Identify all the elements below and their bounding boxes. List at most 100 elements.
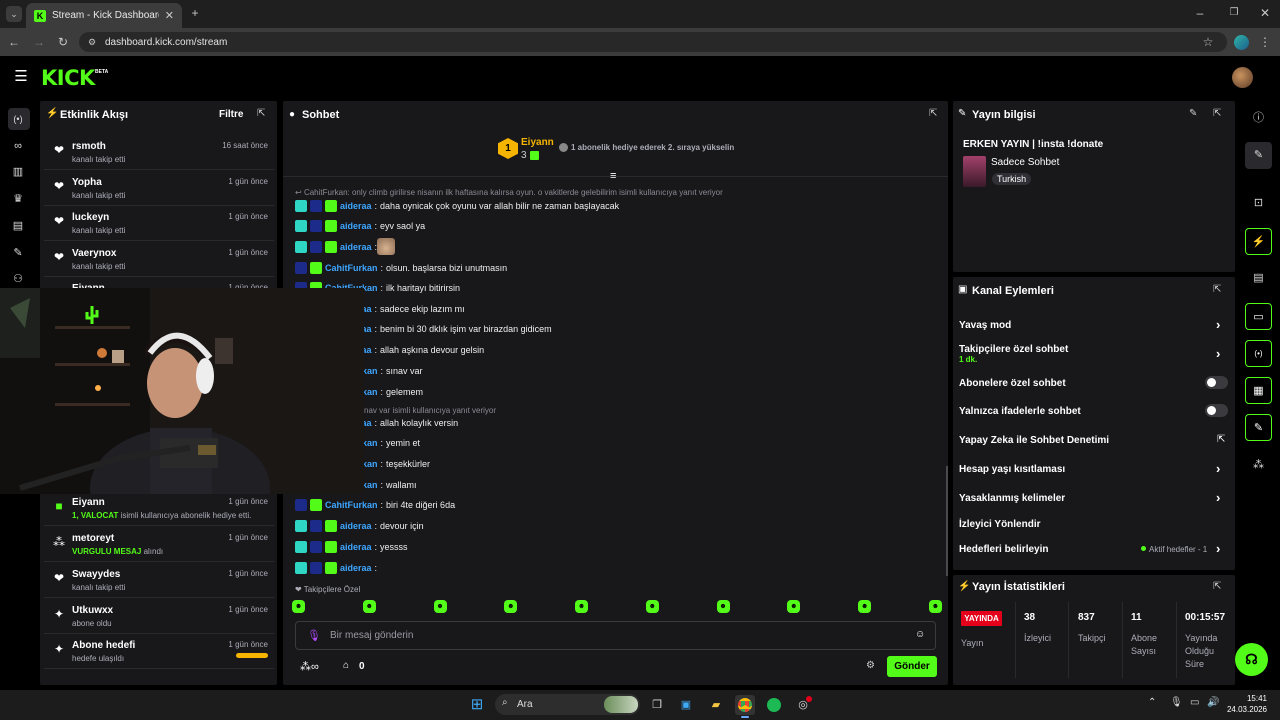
activity-item[interactable]: ❤ Vaerynox kanalı takip etti 1 gün önce bbox=[44, 242, 274, 277]
chat-username[interactable]: aideraa bbox=[340, 221, 372, 231]
chevron-right-icon[interactable]: › bbox=[1216, 317, 1220, 332]
broadcast-tool-icon[interactable]: (•) bbox=[1245, 340, 1272, 367]
bookmark-star-icon[interactable]: ☆ bbox=[1201, 35, 1215, 49]
users-icon[interactable]: ⚇ bbox=[9, 270, 27, 288]
user-avatar[interactable] bbox=[1232, 67, 1253, 88]
hamburger-menu-icon[interactable]: ☰ bbox=[12, 69, 30, 84]
chat-message[interactable]: aideraa: yessss bbox=[295, 538, 408, 556]
activity-username[interactable]: rsmoth bbox=[72, 141, 106, 152]
chat-message[interactable]: CahitFurkan: olsun. başlarsa bizi unutmas… bbox=[295, 259, 507, 277]
tab-close-icon[interactable]: ✕ bbox=[165, 9, 174, 22]
chevron-right-icon[interactable]: › bbox=[1216, 461, 1220, 476]
chat-message[interactable]: CahitFurkan: biri 4te diğeri 6da bbox=[295, 496, 455, 514]
document-icon[interactable]: ▤ bbox=[1245, 265, 1272, 292]
emote-3[interactable]: ☻ bbox=[433, 600, 447, 613]
window-close-icon[interactable]: ✕ bbox=[1258, 6, 1272, 20]
tray-date[interactable]: 24.03.2026 bbox=[1224, 705, 1267, 714]
chat-settings-icon[interactable]: ⚙ bbox=[866, 660, 875, 671]
filter-button[interactable]: Filtre bbox=[219, 109, 243, 120]
activity-username[interactable]: Yopha bbox=[72, 177, 102, 188]
reload-icon[interactable]: ↻ bbox=[56, 35, 70, 49]
analytics-icon[interactable]: ▥ bbox=[9, 163, 27, 181]
activity-username[interactable]: Utkuwxx bbox=[72, 605, 113, 616]
ai-moderation-item[interactable]: Yapay Zeka ile Sohbet Denetimi bbox=[959, 435, 1109, 446]
activity-username[interactable]: luckeyn bbox=[72, 212, 109, 223]
chat-message[interactable]: aideraa: daha oynicak çok oyunu var allah… bbox=[295, 197, 619, 215]
task-view-icon[interactable]: ❐ bbox=[647, 695, 667, 715]
profile-avatar-icon[interactable] bbox=[1234, 35, 1249, 50]
chat-username[interactable]: CahitFurkan bbox=[325, 500, 378, 510]
activity-item[interactable]: ✦ Abone hedefi hedefe ulaşıldı 1 gün önce bbox=[44, 634, 274, 669]
store-app-icon[interactable]: ▣ bbox=[676, 695, 696, 715]
leaderboard-cta[interactable]: 1 abonelik hediye ederek 2. sıraya yükse… bbox=[571, 143, 734, 152]
wrench-tool-icon[interactable]: ✎ bbox=[1245, 414, 1272, 441]
link-icon[interactable]: ∞ bbox=[9, 137, 27, 155]
activity-item[interactable]: ✦ Utkuwxx abone oldu 1 gün önce bbox=[44, 599, 274, 634]
chevron-right-icon[interactable]: › bbox=[1216, 490, 1220, 505]
activity-item[interactable]: ❤ Yopha kanalı takip etti 1 gün önce bbox=[44, 171, 274, 206]
file-explorer-icon[interactable]: ▰ bbox=[706, 695, 726, 715]
edit-icon[interactable]: ✎ bbox=[1189, 108, 1197, 119]
chat-username[interactable]: aideraa bbox=[340, 242, 372, 252]
trophy-icon[interactable]: ♛ bbox=[9, 190, 27, 208]
pencil-icon[interactable]: ✎ bbox=[1245, 142, 1272, 169]
chat-username[interactable]: aideraa bbox=[340, 542, 372, 552]
emote-1[interactable]: ☻ bbox=[292, 600, 305, 613]
emote-4[interactable]: ☻ bbox=[504, 600, 518, 613]
chat-popout-icon[interactable]: ⇱ bbox=[929, 108, 937, 119]
followers-only-item[interactable]: Takipçilere özel sohbet bbox=[959, 344, 1068, 355]
set-goals-item[interactable]: Hedefleri belirleyin bbox=[959, 544, 1048, 555]
chat-scrollbar[interactable] bbox=[946, 466, 948, 576]
emote-10[interactable]: ☻ bbox=[928, 600, 942, 613]
banned-words-item[interactable]: Yasaklanmış kelimeler bbox=[959, 493, 1065, 504]
activity-item[interactable]: ❤ luckeyn kanalı takip etti 1 gün önce bbox=[44, 206, 274, 241]
layout-icon[interactable]: ▦ bbox=[1245, 377, 1272, 404]
points-infinity-icon[interactable]: ⁂∞ bbox=[300, 660, 319, 673]
emote-8[interactable]: ☻ bbox=[787, 600, 801, 613]
viewer-redirect-item[interactable]: İzleyici Yönlendir bbox=[959, 519, 1041, 530]
emotes-only-toggle[interactable] bbox=[1205, 404, 1228, 417]
restore-icon[interactable]: ❐ bbox=[1227, 6, 1241, 20]
minimize-icon[interactable]: – bbox=[1193, 6, 1207, 20]
tray-time[interactable]: 15:41 bbox=[1243, 694, 1267, 703]
channel-actions-popout-icon[interactable]: ⇱ bbox=[1213, 284, 1221, 295]
chevron-right-icon[interactable]: › bbox=[1216, 346, 1220, 361]
tray-network-icon[interactable]: ▭ bbox=[1190, 697, 1199, 708]
activity-item[interactable]: ❤ Swayydes kanalı takip etti 1 gün önce bbox=[44, 563, 274, 598]
activity-username[interactable]: Vaerynox bbox=[72, 248, 116, 259]
kick-logo[interactable]: KICK bbox=[41, 66, 95, 90]
tray-volume-icon[interactable]: 🔊 bbox=[1207, 697, 1219, 708]
url-field[interactable]: dashboard.kick.com/stream bbox=[79, 32, 1227, 52]
chat-input[interactable]: Bir mesaj gönderin bbox=[295, 621, 936, 650]
browser-tab-active[interactable]: K Stream - Kick Dashboard ✕ bbox=[26, 3, 182, 28]
activity-username[interactable]: Swayydes bbox=[72, 569, 120, 580]
broadcast-icon[interactable]: (•) bbox=[9, 110, 27, 128]
category-name[interactable]: Sadece Sohbet bbox=[991, 157, 1059, 168]
chat-icon[interactable]: ▭ bbox=[1245, 303, 1272, 330]
popout-icon[interactable]: ⇱ bbox=[257, 108, 265, 119]
activity-username[interactable]: metoreyt bbox=[72, 533, 114, 544]
chat-username[interactable]: aideraa bbox=[340, 521, 372, 531]
more-dots-icon[interactable]: ⁂ bbox=[1245, 452, 1272, 479]
subscribers-only-toggle[interactable] bbox=[1205, 376, 1228, 389]
browser-menu-icon[interactable]: ⋮ bbox=[1259, 35, 1271, 49]
send-button[interactable]: Gönder bbox=[887, 656, 937, 677]
age-restriction-item[interactable]: Hesap yaşı kısıtlaması bbox=[959, 464, 1065, 475]
activity-item[interactable]: ■ Eiyann 1, VALOCAT isimli kullanıcıya abo… bbox=[44, 491, 274, 526]
tray-mic-icon[interactable]: 🎙 bbox=[1170, 697, 1183, 708]
external-link-icon[interactable]: ⇱ bbox=[1217, 434, 1225, 445]
chrome-icon[interactable] bbox=[735, 695, 755, 715]
chat-message[interactable]: aideraa: eyv saol ya bbox=[295, 217, 425, 235]
emote-7[interactable]: ☻ bbox=[716, 600, 730, 613]
activity-item[interactable]: ⁂ metoreyt VURGULU MESAJ alındı 1 gün önce bbox=[44, 527, 274, 562]
emote-9[interactable]: ☻ bbox=[858, 600, 872, 613]
back-icon[interactable]: ← bbox=[7, 35, 21, 49]
info-circle-icon[interactable]: ⓘ bbox=[1245, 105, 1272, 132]
spotify-icon[interactable] bbox=[764, 695, 784, 715]
bolt-icon[interactable]: ⚡ bbox=[1245, 228, 1272, 255]
new-tab-icon[interactable]: + bbox=[188, 6, 202, 20]
tab-search-icon[interactable]: ⌄ bbox=[6, 6, 22, 22]
forward-icon[interactable]: → bbox=[32, 35, 46, 49]
leaderboard-name[interactable]: Eiyann bbox=[521, 137, 554, 148]
activity-item[interactable]: ❤ rsmoth kanalı takip etti 16 saat önce bbox=[44, 135, 274, 170]
